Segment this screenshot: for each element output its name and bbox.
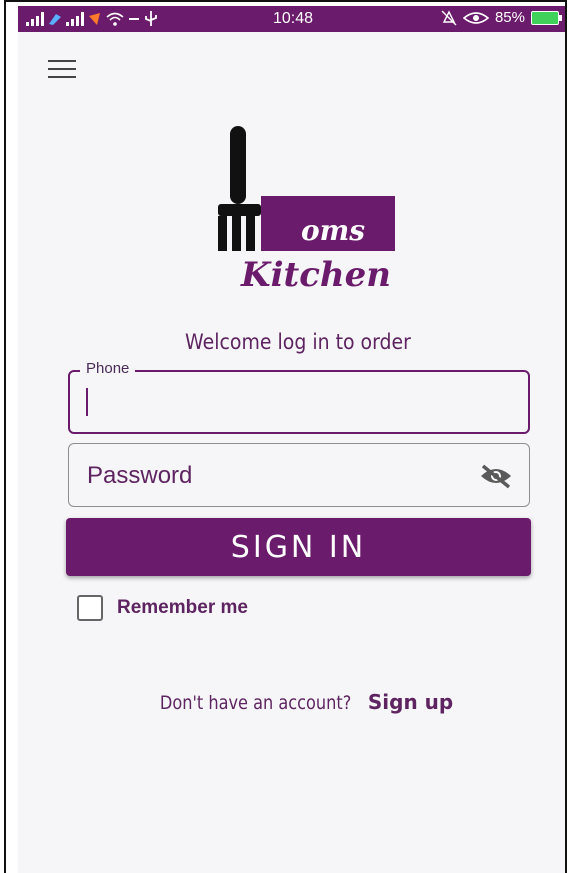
app-screen: 10:48 85% oms Kitchen Welcome log in to … bbox=[18, 6, 565, 873]
eye-comfort-icon bbox=[462, 11, 489, 24]
frame-edge bbox=[565, 0, 567, 873]
sign-in-button[interactable]: SIGN IN bbox=[66, 518, 531, 576]
visibility-off-icon[interactable] bbox=[479, 462, 513, 490]
hamburger-menu-icon[interactable] bbox=[48, 58, 76, 80]
frame-edge bbox=[4, 0, 6, 873]
welcome-text: Welcome log in to order bbox=[185, 330, 411, 354]
phone-input[interactable] bbox=[84, 386, 508, 420]
battery-percent: 85% bbox=[494, 9, 525, 26]
phone-label: Phone bbox=[80, 360, 136, 377]
remember-me-checkbox[interactable]: Remember me bbox=[77, 595, 248, 621]
data-icon bbox=[129, 18, 139, 20]
sign-up-link[interactable]: Sign up bbox=[368, 690, 453, 714]
signup-prompt: Don't have an account? bbox=[159, 692, 352, 714]
frame-edge bbox=[4, 0, 567, 2]
status-bar: 10:48 85% bbox=[18, 6, 565, 32]
carrier-icon bbox=[89, 13, 100, 25]
logo-word-bottom: Kitchen bbox=[240, 255, 391, 295]
phone-field[interactable]: Phone bbox=[68, 360, 530, 434]
status-icons-right: 85% bbox=[441, 9, 562, 26]
password-input[interactable] bbox=[85, 458, 469, 494]
signal-icon bbox=[66, 12, 84, 26]
signal-icon bbox=[26, 12, 44, 26]
text-cursor bbox=[86, 388, 88, 416]
carrier-icon bbox=[49, 14, 61, 25]
status-icons-left bbox=[26, 9, 158, 29]
status-time: 10:48 bbox=[273, 10, 314, 27]
wifi-icon bbox=[106, 12, 124, 26]
checkbox-box[interactable] bbox=[77, 595, 103, 621]
alarm-off-icon bbox=[441, 9, 457, 25]
usb-icon bbox=[145, 11, 157, 26]
password-field[interactable] bbox=[68, 443, 530, 507]
remember-me-label: Remember me bbox=[117, 597, 248, 618]
moms-kitchen-logo: oms Kitchen bbox=[218, 126, 395, 295]
logo-word-top: oms bbox=[301, 214, 365, 247]
battery-icon bbox=[531, 10, 562, 25]
signup-row: Don't have an account? Sign up bbox=[18, 690, 565, 714]
